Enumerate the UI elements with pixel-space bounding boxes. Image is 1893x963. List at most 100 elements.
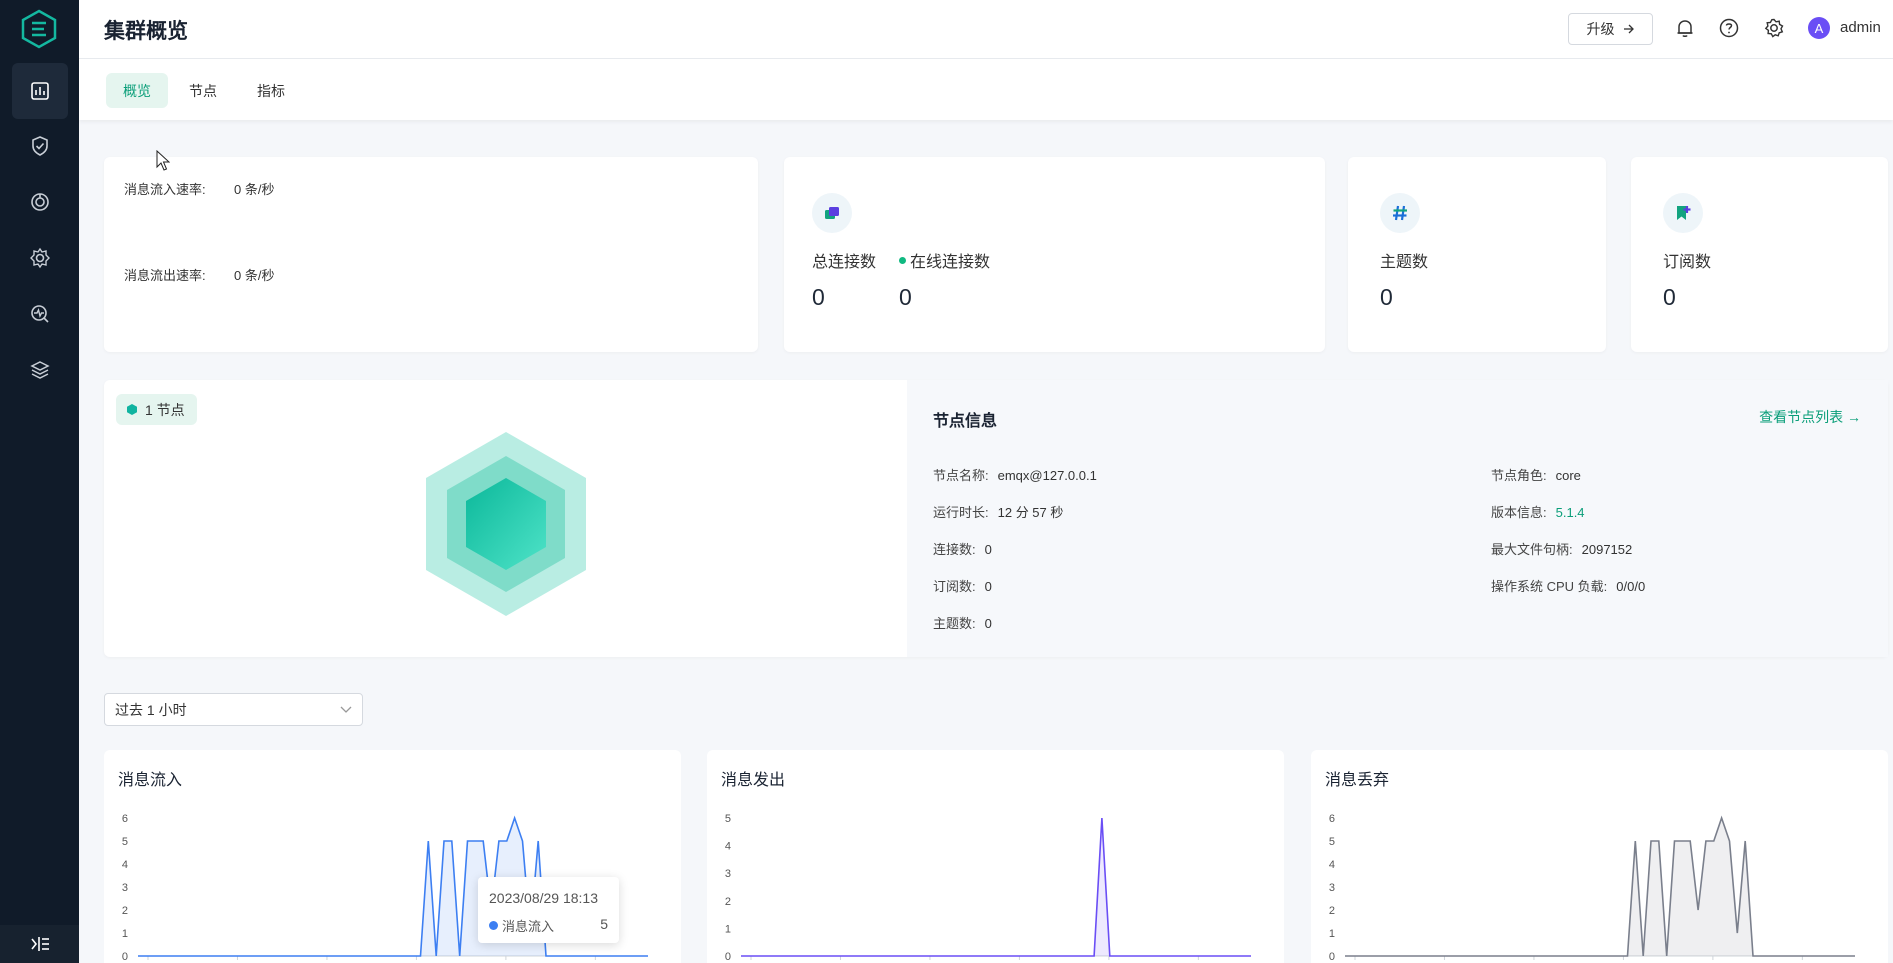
bell-icon[interactable] (1674, 17, 1696, 39)
chart-messages-out[interactable]: 5 4 3 2 1 0 (707, 790, 1284, 963)
connections-icon (812, 193, 852, 233)
y-tick-label: 5 (725, 813, 731, 825)
node-role-row: 节点角色: core (1491, 465, 1581, 484)
sidebar-item-dashboard[interactable] (12, 63, 68, 119)
time-range-select[interactable]: 过去 1 小时 (104, 693, 363, 726)
hash-icon (1393, 205, 1407, 221)
subscriptions-label: 订阅数: (933, 579, 976, 594)
topics-row: 主题数: 0 (933, 613, 992, 632)
gear-settings-icon (30, 247, 50, 269)
rate-out-value: 0 条/秒 (234, 268, 275, 283)
rate-in-value: 0 条/秒 (234, 182, 275, 197)
node-count-label: 1 节点 (145, 401, 185, 418)
rate-out-row: 消息流出速率: 0 条/秒 (124, 265, 274, 284)
total-connections-value: 0 (812, 284, 825, 310)
series-line (741, 817, 1251, 957)
view-node-list-link[interactable]: 查看节点列表 → (1759, 407, 1861, 427)
topics-label: 主题数 (1380, 254, 1429, 271)
version-value[interactable]: 5.1.4 (1556, 505, 1585, 520)
tab-overview[interactable]: 概览 (106, 73, 168, 108)
settings-icon[interactable] (1763, 17, 1785, 39)
y-tick-label: 2 (1329, 905, 1335, 917)
sidebar (0, 0, 79, 963)
sidebar-item-integration[interactable] (12, 174, 68, 230)
topics-card: 主题数 0 (1348, 157, 1606, 352)
node-hexagon-graphic[interactable] (422, 430, 590, 618)
connections-label: 连接数: (933, 542, 976, 557)
arrow-right-icon: → (1847, 409, 1861, 425)
online-connections-value: 0 (899, 284, 912, 310)
chart-title-messages-out: 消息发出 (721, 772, 786, 789)
sidebar-item-extensions[interactable] (12, 342, 68, 398)
topics-value: 0 (984, 616, 992, 631)
rate-out-label: 消息流出速率: (124, 268, 206, 283)
layers-icon (30, 361, 50, 379)
sidebar-item-diagnose[interactable] (12, 286, 68, 342)
y-tick-label: 0 (725, 951, 731, 963)
max-fds-value: 2097152 (1581, 542, 1633, 557)
rate-in-label: 消息流入速率: (124, 182, 206, 197)
series-area (1345, 818, 1855, 956)
help-icon[interactable] (1718, 17, 1740, 39)
connections-row: 连接数: 0 (933, 539, 992, 558)
y-tick-label: 1 (1329, 928, 1335, 940)
page-title: 集群概览 (104, 20, 188, 43)
node-info-panel: 节点信息 查看节点列表 → 节点名称: emqx@127.0.0.1 运行时长: 1… (907, 380, 1888, 657)
cpu-load-row: 操作系统 CPU 负载: 0/0/0 (1491, 576, 1645, 595)
cpu-load-value: 0/0/0 (1616, 579, 1646, 594)
series-color-dot (489, 921, 498, 930)
node-role-value: core (1555, 468, 1581, 483)
version-label: 版本信息: (1491, 505, 1547, 520)
dashboard-icon (31, 82, 49, 100)
chart-title-messages-in: 消息流入 (118, 772, 183, 789)
user-name[interactable]: admin (1840, 19, 1881, 36)
tooltip-series: 消息流入 (489, 916, 554, 935)
online-status-dot (899, 257, 906, 265)
subscriptions-value: 0 (1663, 284, 1676, 310)
hexagon-icon (127, 404, 137, 415)
connections-card: 总连接数 在线连接数 0 0 (784, 157, 1325, 352)
tab-metrics[interactable]: 指标 (240, 73, 302, 108)
y-tick-label: 1 (122, 928, 128, 940)
shield-check-icon (32, 136, 48, 156)
uptime-value: 12 分 57 秒 (997, 505, 1064, 520)
top-header: 集群概览 升级 A admin (79, 0, 1893, 59)
connections-value: 0 (984, 542, 992, 557)
series-line (1345, 815, 1855, 957)
node-name-value: emqx@127.0.0.1 (997, 468, 1097, 483)
message-rate-card: 消息流入速率: 0 条/秒 消息流出速率: 0 条/秒 (104, 157, 758, 352)
chart-messages-dropped[interactable]: 6 5 4 3 2 1 0 (1311, 790, 1888, 963)
y-tick-label: 0 (1329, 951, 1335, 963)
subscriptions-label: 订阅数 (1663, 254, 1712, 271)
y-tick-label: 5 (122, 836, 128, 848)
y-tick-label: 3 (122, 882, 128, 894)
sidebar-item-management[interactable] (12, 230, 68, 286)
chat-bubbles-icon (825, 207, 839, 219)
upgrade-label: 升级 (1586, 21, 1615, 37)
emqx-logo-icon[interactable] (19, 9, 59, 49)
y-tick-label: 2 (725, 896, 731, 908)
chart-title-messages-dropped: 消息丢弃 (1325, 772, 1390, 789)
max-fds-label: 最大文件句柄: (1491, 542, 1573, 557)
node-count-badge: 1 节点 (116, 394, 197, 425)
sidebar-item-access-control[interactable] (12, 118, 68, 174)
upgrade-button[interactable]: 升级 (1568, 13, 1653, 45)
version-row: 版本信息: 5.1.4 (1491, 502, 1585, 521)
y-tick-label: 2 (122, 905, 128, 917)
y-tick-label: 3 (1329, 882, 1335, 894)
y-tick-label: 6 (1329, 813, 1335, 825)
y-tick-label: 0 (122, 951, 128, 963)
y-tick-label: 6 (122, 813, 128, 825)
collapse-sidebar-button[interactable] (0, 925, 79, 963)
tab-nodes[interactable]: 节点 (172, 73, 234, 108)
y-tick-label: 5 (1329, 836, 1335, 848)
avatar[interactable]: A (1808, 17, 1830, 39)
node-name-row: 节点名称: emqx@127.0.0.1 (933, 465, 1097, 484)
view-node-list-label: 查看节点列表 (1759, 409, 1844, 425)
uptime-row: 运行时长: 12 分 57 秒 (933, 502, 1063, 521)
integration-icon (31, 193, 49, 211)
chart-card-messages-dropped: 消息丢弃 6 5 4 3 2 1 0 (1311, 750, 1888, 963)
y-tick-label: 3 (725, 868, 731, 880)
subscriptions-card: 订阅数 0 (1631, 157, 1888, 352)
time-range-value: 过去 1 小时 (115, 701, 187, 718)
